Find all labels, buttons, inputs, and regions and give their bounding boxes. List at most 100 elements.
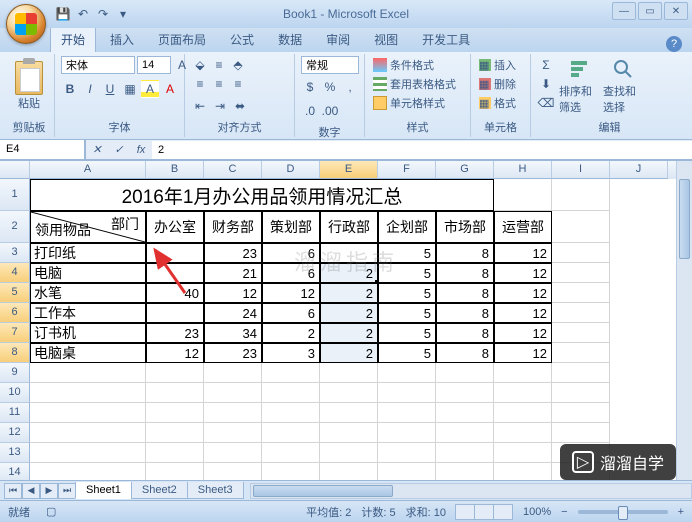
data-cell[interactable]	[146, 263, 204, 283]
data-cell[interactable]: 5	[378, 263, 436, 283]
empty-cell[interactable]	[552, 263, 610, 283]
insert-cells-button[interactable]: ▦插入	[477, 56, 524, 74]
row-name[interactable]: 工作本	[30, 303, 146, 323]
fill-button[interactable]: ⬇	[537, 75, 555, 93]
qat-dropdown[interactable]: ▾	[114, 5, 132, 23]
empty-cell[interactable]	[552, 423, 610, 443]
comma-button[interactable]: ,	[341, 78, 359, 96]
empty-cell[interactable]	[494, 383, 552, 403]
empty-cell[interactable]	[204, 443, 262, 463]
border-button[interactable]: ▦	[121, 80, 139, 98]
empty-cell[interactable]	[146, 443, 204, 463]
data-cell[interactable]: 6	[262, 263, 320, 283]
align-left[interactable]: ≡	[191, 75, 209, 93]
empty-cell[interactable]	[494, 403, 552, 423]
empty-cell[interactable]	[204, 403, 262, 423]
row-header-11[interactable]: 11	[0, 403, 30, 423]
data-cell[interactable]: 5	[378, 323, 436, 343]
decrease-indent[interactable]: ⇤	[191, 97, 209, 115]
zoom-out[interactable]: −	[561, 506, 567, 518]
font-name-combo[interactable]: 宋体	[61, 56, 135, 74]
empty-cell[interactable]	[320, 443, 378, 463]
sheet-tab-2[interactable]: Sheet2	[131, 482, 188, 499]
col-header-E[interactable]: E	[320, 161, 378, 179]
empty-cell[interactable]	[552, 323, 610, 343]
enter-formula-icon[interactable]: ✓	[108, 141, 130, 159]
sheet-nav-last[interactable]: ⏭	[58, 483, 76, 499]
empty-cell[interactable]	[552, 243, 610, 263]
col-project[interactable]: 企划部	[378, 211, 436, 243]
data-cell[interactable]: 12	[494, 343, 552, 363]
worksheet-grid[interactable]: A B C D E F G H I J 1 2 3 4 5 6 7 8 9 10…	[0, 160, 692, 488]
data-cell[interactable]: 12	[494, 283, 552, 303]
formula-bar[interactable]	[152, 141, 692, 159]
tab-home[interactable]: 开始	[50, 26, 96, 52]
empty-cell[interactable]	[436, 423, 494, 443]
data-cell[interactable]: 12	[146, 343, 204, 363]
paste-button[interactable]: 粘贴	[10, 56, 48, 116]
empty-cell[interactable]	[146, 423, 204, 443]
row-name[interactable]: 水笔	[30, 283, 146, 303]
empty-cell[interactable]	[320, 383, 378, 403]
tab-developer[interactable]: 开发工具	[412, 27, 480, 52]
row-header-12[interactable]: 12	[0, 423, 30, 443]
row-header-5[interactable]: 5	[0, 283, 30, 303]
select-all-corner[interactable]	[0, 161, 30, 179]
empty-cell[interactable]	[552, 283, 610, 303]
col-office[interactable]: 办公室	[146, 211, 204, 243]
vertical-scrollbar[interactable]	[676, 161, 692, 488]
view-layout[interactable]	[474, 504, 494, 520]
empty-cell[interactable]	[30, 383, 146, 403]
data-cell[interactable]: 2	[320, 343, 378, 363]
data-cell[interactable]: 5	[378, 343, 436, 363]
empty-cell[interactable]	[552, 383, 610, 403]
view-pagebreak[interactable]	[493, 504, 513, 520]
close-button[interactable]: ✕	[664, 2, 688, 20]
align-bottom[interactable]: ⬘	[229, 56, 247, 74]
empty-cell[interactable]	[204, 383, 262, 403]
empty-cell[interactable]	[378, 403, 436, 423]
sort-filter-button[interactable]: 排序和筛选	[559, 56, 599, 116]
qat-save[interactable]: 💾	[54, 5, 72, 23]
conditional-format-button[interactable]: 条件格式	[371, 56, 464, 74]
font-size-combo[interactable]: 14	[137, 56, 171, 74]
data-cell[interactable]: 2	[320, 303, 378, 323]
sheet-nav-first[interactable]: ⏮	[4, 483, 22, 499]
increase-decimal[interactable]: .0	[301, 102, 319, 120]
align-top[interactable]: ⬙	[191, 56, 209, 74]
fill-color-button[interactable]: A	[141, 80, 159, 98]
col-header-F[interactable]: F	[378, 161, 436, 179]
data-cell[interactable]: 12	[494, 303, 552, 323]
empty-cell[interactable]	[204, 363, 262, 383]
view-normal[interactable]	[455, 504, 475, 520]
zoom-level[interactable]: 100%	[523, 506, 551, 518]
empty-cell[interactable]	[262, 443, 320, 463]
empty-cell[interactable]	[378, 423, 436, 443]
format-cells-button[interactable]: ▦格式	[477, 94, 524, 112]
tab-data[interactable]: 数据	[268, 27, 312, 52]
sheet-nav-prev[interactable]: ◀	[22, 483, 40, 499]
empty-cell[interactable]	[262, 403, 320, 423]
align-right[interactable]: ≡	[229, 75, 247, 93]
col-planning[interactable]: 策划部	[262, 211, 320, 243]
decrease-decimal[interactable]: .00	[321, 102, 339, 120]
data-cell[interactable]: 8	[436, 283, 494, 303]
align-middle[interactable]: ≡	[210, 56, 228, 74]
row-name[interactable]: 电脑桌	[30, 343, 146, 363]
data-cell[interactable]: 3	[262, 343, 320, 363]
col-header-A[interactable]: A	[30, 161, 146, 179]
row-header-13[interactable]: 13	[0, 443, 30, 463]
empty-cell[interactable]	[378, 363, 436, 383]
zoom-in[interactable]: +	[678, 506, 684, 518]
data-cell[interactable]: 8	[436, 243, 494, 263]
empty-cell[interactable]	[552, 179, 610, 211]
row-header-2[interactable]: 2	[0, 211, 30, 243]
data-cell[interactable]	[320, 243, 378, 263]
align-center[interactable]: ≡	[210, 75, 228, 93]
data-cell[interactable]	[146, 303, 204, 323]
empty-cell[interactable]	[146, 403, 204, 423]
col-finance[interactable]: 财务部	[204, 211, 262, 243]
empty-cell[interactable]	[146, 383, 204, 403]
tab-layout[interactable]: 页面布局	[148, 27, 216, 52]
empty-cell[interactable]	[436, 363, 494, 383]
